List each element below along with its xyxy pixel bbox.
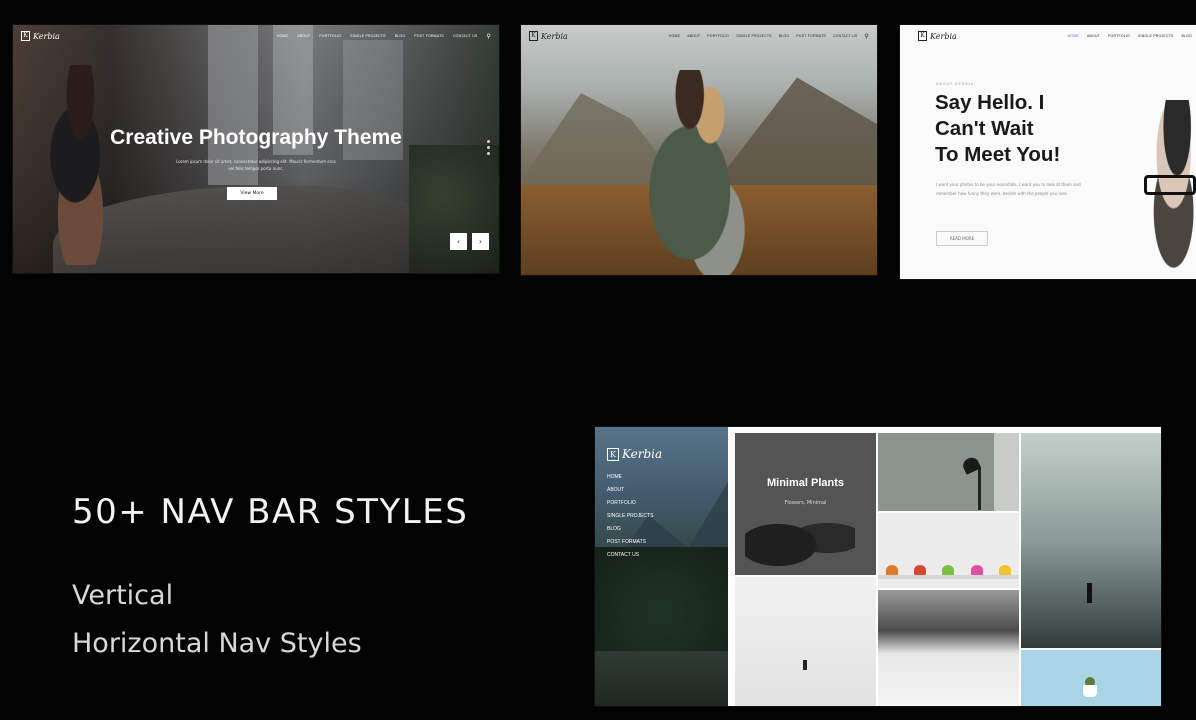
menu-item-portfolio[interactable]: PORTFOLIO xyxy=(319,34,341,38)
top-nav: K Kerbia HOME ABOUT PORTFOLIO SINGLE PRO… xyxy=(521,25,877,47)
tile-subtitle: Flowers, Minimal xyxy=(784,500,827,506)
top-nav: K Kerbia HOME ABOUT PORTFOLIO SINGLE PRO… xyxy=(900,25,1196,47)
menu-item-contact[interactable]: CONTACT US xyxy=(833,34,857,38)
menu-item-home[interactable]: HOME xyxy=(277,34,288,38)
view-more-button[interactable]: View More xyxy=(227,187,277,200)
brand-logo[interactable]: K Kerbia xyxy=(521,31,568,41)
menu-item-blog[interactable]: BLOG xyxy=(779,34,790,38)
flower-pots-image xyxy=(878,565,1019,575)
main-menu: HOME ABOUT PORTFOLIO SINGLE PROJECTS BLO… xyxy=(277,25,491,47)
person-silhouette-image xyxy=(803,660,807,670)
about-headline: Say Hello. I Can't Wait To Meet You! xyxy=(935,90,1060,168)
menu-item-portfolio[interactable]: PORTFOLIO xyxy=(607,500,653,506)
logo-mark-icon: K xyxy=(918,31,927,41)
hero-subtitle-line: Lorem ipsum dolor sit amet, consectetur … xyxy=(176,159,336,164)
menu-item-single-projects[interactable]: SINGLE PROJECTS xyxy=(736,34,771,38)
wall-image xyxy=(994,433,1019,511)
logo-text: Kerbia xyxy=(541,31,568,41)
couple-hugging-image xyxy=(629,70,764,275)
headline-line: To Meet You! xyxy=(935,143,1061,166)
portfolio-tile-minimal-plants[interactable]: Minimal Plants Flowers, Minimal xyxy=(735,433,876,575)
read-more-button[interactable]: READ MORE xyxy=(936,231,988,246)
slider-dots[interactable] xyxy=(487,140,490,155)
tile-title: Minimal Plants xyxy=(766,477,845,489)
vertical-sidebar: K Kerbia HOME ABOUT PORTFOLIO SINGLE PRO… xyxy=(595,427,728,706)
logo-text: Kerbia xyxy=(33,31,60,41)
theme-preview-vertical-nav[interactable]: K Kerbia HOME ABOUT PORTFOLIO SINGLE PRO… xyxy=(595,427,1161,706)
search-icon[interactable]: ⚲ xyxy=(486,33,491,40)
prev-slide-button[interactable]: ‹ xyxy=(450,233,467,250)
portfolio-tile-cloud[interactable] xyxy=(878,590,1019,706)
portfolio-grid: Minimal Plants Flowers, Minimal xyxy=(733,433,1161,706)
brand-logo[interactable]: K Kerbia xyxy=(900,31,957,41)
hero-subtitle-line: vel felis tempor porta nunc. xyxy=(228,166,284,171)
person-silhouette-image xyxy=(1087,583,1092,603)
menu-item-portfolio[interactable]: PORTFOLIO xyxy=(707,34,729,38)
logo-text: Kerbia xyxy=(930,31,957,41)
forest-image xyxy=(595,547,728,657)
portfolio-tile-pots[interactable] xyxy=(878,513,1019,588)
menu-item-contact[interactable]: CONTACT US xyxy=(453,34,477,38)
menu-item-contact[interactable]: CONTACT US xyxy=(607,552,653,558)
shelf-image xyxy=(878,575,1019,579)
about-body-text: I want your photos to be your essentials… xyxy=(936,182,1081,196)
menu-item-home[interactable]: HOME xyxy=(1068,34,1079,38)
glasses-image xyxy=(1144,175,1196,195)
menu-item-post-formats[interactable]: POST FORMATS xyxy=(796,34,826,38)
theme-preview-couple[interactable]: K Kerbia HOME ABOUT PORTFOLIO SINGLE PRO… xyxy=(521,25,877,275)
hero-title: Creative Photography Theme xyxy=(110,126,402,149)
logo-text: Kerbia xyxy=(622,447,663,461)
hero-subtitle: Lorem ipsum dolor sit amet, consectetur … xyxy=(13,158,499,172)
cup-image xyxy=(1083,685,1097,697)
headline-line: Say Hello. I xyxy=(935,91,1045,114)
section-eyebrow: ABOUT KERBIA xyxy=(936,82,975,86)
next-slide-button[interactable]: › xyxy=(472,233,489,250)
plant-image xyxy=(745,503,855,573)
menu-item-post-formats[interactable]: POST FORMATS xyxy=(607,539,653,545)
portfolio-tile-foggy-landscape[interactable] xyxy=(1021,433,1161,648)
logo-mark-icon: K xyxy=(529,31,538,41)
menu-item-blog[interactable]: BLOG xyxy=(607,526,653,532)
feature-item-vertical: Vertical xyxy=(72,580,174,611)
logo-mark-icon: K xyxy=(607,447,619,461)
lake-image xyxy=(595,651,728,706)
theme-preview-about[interactable]: K Kerbia HOME ABOUT PORTFOLIO SINGLE PRO… xyxy=(900,25,1196,279)
brand-logo[interactable]: K Kerbia xyxy=(607,447,662,461)
menu-item-blog[interactable]: BLOG xyxy=(395,34,406,38)
theme-preview-creative[interactable]: K Kerbia HOME ABOUT PORTFOLIO SINGLE PRO… xyxy=(13,25,499,273)
search-icon[interactable]: ⚲ xyxy=(864,33,869,40)
logo-mark-icon: K xyxy=(21,31,30,41)
menu-item-about[interactable]: ABOUT xyxy=(607,487,653,493)
menu-item-home[interactable]: HOME xyxy=(669,34,680,38)
menu-item-single-projects[interactable]: SINGLE PROJECTS xyxy=(350,34,385,38)
menu-item-post-formats[interactable]: POST FORMATS xyxy=(414,34,444,38)
vertical-menu: HOME ABOUT PORTFOLIO SINGLE PROJECTS BLO… xyxy=(607,474,653,558)
menu-item-portfolio[interactable]: PORTFOLIO xyxy=(1108,34,1130,38)
menu-item-about[interactable]: ABOUT xyxy=(297,34,310,38)
menu-item-about[interactable]: ABOUT xyxy=(687,34,700,38)
menu-item-about[interactable]: ABOUT xyxy=(1087,34,1100,38)
portfolio-tile-lamp[interactable] xyxy=(878,433,1019,511)
top-nav: K Kerbia HOME ABOUT PORTFOLIO SINGLE PRO… xyxy=(13,25,499,47)
feature-item-horizontal: Horizontal Nav Styles xyxy=(72,628,362,659)
feature-headline: 50+ NAV BAR STYLES xyxy=(72,492,469,532)
lamp-pole-image xyxy=(978,468,981,510)
brand-logo[interactable]: K Kerbia xyxy=(13,31,60,41)
menu-item-home[interactable]: HOME xyxy=(607,474,653,480)
main-menu: HOME ABOUT PORTFOLIO SINGLE PROJECTS BLO… xyxy=(1068,25,1192,47)
headline-line: Can't Wait xyxy=(935,117,1034,140)
menu-item-single-projects[interactable]: SINGLE PROJECTS xyxy=(1138,34,1173,38)
main-menu: HOME ABOUT PORTFOLIO SINGLE PROJECTS BLO… xyxy=(669,25,869,47)
portfolio-tile-cup[interactable] xyxy=(1021,650,1161,706)
menu-item-single-projects[interactable]: SINGLE PROJECTS xyxy=(607,513,653,519)
menu-item-blog[interactable]: BLOG xyxy=(1181,34,1192,38)
portfolio-tile-snow[interactable] xyxy=(735,577,876,706)
